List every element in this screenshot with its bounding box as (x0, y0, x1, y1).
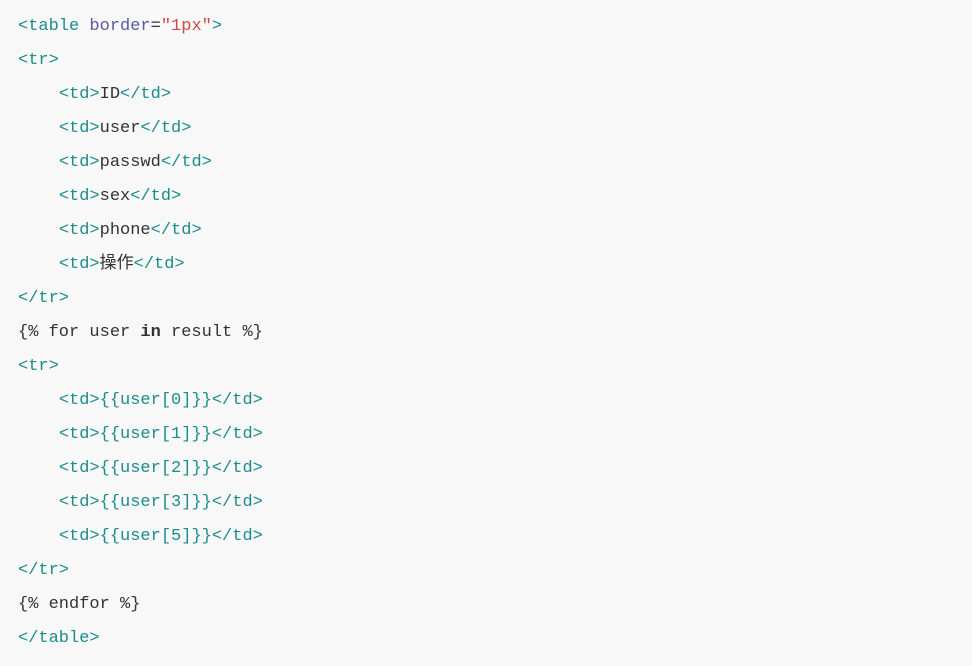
token-template-expr: {{user[0]}} (100, 391, 212, 410)
token-tag: <td> (59, 391, 100, 410)
code-line: <td>passwd</td> (18, 146, 954, 180)
token-text: phone (100, 221, 151, 240)
token-tag: </tr> (18, 289, 69, 308)
token-template-expr: {{user[3]}} (100, 493, 212, 512)
token-text: result %} (161, 323, 263, 342)
code-line: <td>{{user[5]}}</td> (18, 520, 954, 554)
code-line: </tr> (18, 554, 954, 588)
token-tag: </tr> (18, 561, 69, 580)
token-tag: </td> (212, 527, 263, 546)
code-line: <td>user</td> (18, 112, 954, 146)
code-block: <table border="1px"><tr> <td>ID</td> <td… (18, 10, 954, 656)
token-eq: = (151, 17, 161, 36)
token-tag: <td> (59, 221, 100, 240)
token-tag: </td> (151, 221, 202, 240)
token-tag: <td> (59, 85, 100, 104)
token-text: {% endfor %} (18, 595, 140, 614)
token-tag: <td> (59, 119, 100, 138)
token-text: {% for user (18, 323, 140, 342)
token-tag: > (212, 17, 222, 36)
token-template-expr: {{user[2]}} (100, 459, 212, 478)
token-text: 操作 (100, 255, 134, 274)
token-template-expr: {{user[5]}} (100, 527, 212, 546)
token-tag: <td> (59, 153, 100, 172)
token-tag: <td> (59, 459, 100, 478)
token-text: user (100, 119, 141, 138)
token-tag: </td> (134, 255, 185, 274)
token-tag: </td> (140, 119, 191, 138)
token-tag: <td> (59, 187, 100, 206)
token-tag: <td> (59, 255, 100, 274)
code-line: <table border="1px"> (18, 10, 954, 44)
token-tag: </td> (212, 425, 263, 444)
code-line: {% endfor %} (18, 588, 954, 622)
token-tag: <td> (59, 527, 100, 546)
token-text: passwd (100, 153, 161, 172)
token-tag: <table (18, 17, 79, 36)
token-template-expr: {{user[1]}} (100, 425, 212, 444)
code-line: </table> (18, 622, 954, 656)
token-tag: </td> (212, 459, 263, 478)
code-line: </tr> (18, 282, 954, 316)
code-line: <td>sex</td> (18, 180, 954, 214)
token-tag: <td> (59, 493, 100, 512)
token-tag: </td> (130, 187, 181, 206)
code-line: {% for user in result %} (18, 316, 954, 350)
code-line: <td>{{user[3]}}</td> (18, 486, 954, 520)
token-text (79, 17, 89, 36)
token-tag: </td> (212, 391, 263, 410)
code-line: <td>{{user[1]}}</td> (18, 418, 954, 452)
token-tag: <td> (59, 425, 100, 444)
token-keyword: in (140, 323, 160, 342)
token-tag: </td> (161, 153, 212, 172)
token-tag: </table> (18, 629, 100, 648)
code-line: <td>{{user[0]}}</td> (18, 384, 954, 418)
code-line: <tr> (18, 350, 954, 384)
code-line: <tr> (18, 44, 954, 78)
token-text: ID (100, 85, 120, 104)
token-tag: <tr> (18, 51, 59, 70)
token-tag: </td> (120, 85, 171, 104)
code-line: <td>操作</td> (18, 248, 954, 282)
token-attr-value: "1px" (161, 17, 212, 36)
token-tag: <tr> (18, 357, 59, 376)
code-line: <td>phone</td> (18, 214, 954, 248)
token-attr-name: border (89, 17, 150, 36)
token-text: sex (100, 187, 131, 206)
code-line: <td>{{user[2]}}</td> (18, 452, 954, 486)
code-line: <td>ID</td> (18, 78, 954, 112)
token-tag: </td> (212, 493, 263, 512)
